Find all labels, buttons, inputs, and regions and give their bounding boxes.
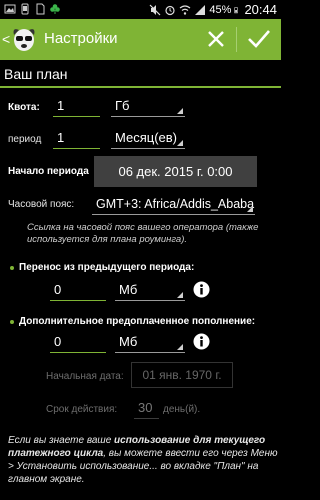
status-right: 45% 20:44 bbox=[149, 2, 277, 17]
timezone-hint: Ссылка на часовой пояс вашего оператора … bbox=[27, 222, 259, 245]
prepaid-unit: Мб bbox=[119, 334, 138, 349]
action-separator bbox=[236, 27, 237, 52]
sd-card-icon bbox=[36, 3, 45, 15]
prepaid-start-button[interactable]: 01 янв. 1970 г. bbox=[131, 362, 233, 388]
prepaid-input[interactable]: 0 bbox=[50, 333, 106, 353]
close-icon[interactable] bbox=[205, 28, 227, 50]
notification-icons bbox=[4, 3, 61, 15]
quota-unit: Гб bbox=[115, 98, 130, 113]
period-unit-select[interactable]: Месяц(ев) bbox=[111, 129, 185, 149]
clock: 20:44 bbox=[244, 2, 277, 17]
back-icon[interactable]: < bbox=[2, 31, 10, 47]
carryover-label: Перенос из предыдущего периода: bbox=[19, 262, 195, 273]
period-start-button[interactable]: 06 дек. 2015 г. 0:00 bbox=[94, 156, 257, 187]
prepaid-label: Дополнительное предоплаченное пополнение… bbox=[19, 316, 256, 327]
check-icon[interactable] bbox=[246, 26, 272, 52]
image-notification-icon bbox=[4, 4, 16, 14]
battery-icon bbox=[234, 6, 239, 13]
prepaid-duration-input[interactable]: 30 bbox=[134, 399, 159, 419]
signal-icon bbox=[195, 4, 206, 15]
quota-value: 1 bbox=[57, 98, 65, 113]
clover-icon bbox=[50, 4, 60, 14]
carryover-input[interactable]: 0 bbox=[50, 281, 106, 301]
period-start-label: Начало периода bbox=[8, 166, 89, 177]
carryover-bullet bbox=[10, 266, 14, 270]
action-bar: < Настройки bbox=[0, 19, 281, 60]
status-bar: 45% 20:44 bbox=[0, 0, 281, 19]
carryover-value: 0 bbox=[54, 282, 62, 297]
phone-notification-icon bbox=[21, 3, 29, 15]
period-label: период bbox=[8, 134, 42, 145]
footer-hint: Если вы знаете ваше использование для те… bbox=[8, 434, 280, 486]
period-value: 1 bbox=[57, 130, 65, 145]
section-title: Ваш план bbox=[4, 66, 68, 82]
prepaid-start-label: Начальная дата: bbox=[46, 371, 124, 382]
prepaid-info-icon[interactable] bbox=[193, 333, 210, 350]
page-title: Настройки bbox=[44, 30, 118, 47]
carryover-unit-select[interactable]: Мб bbox=[115, 281, 185, 301]
mute-icon bbox=[149, 4, 161, 15]
carryover-info-icon[interactable] bbox=[193, 281, 210, 298]
prepaid-duration-unit: день(й). bbox=[163, 404, 201, 415]
timezone-value: GMT+3: Africa/Addis_Ababa bbox=[96, 197, 255, 211]
carryover-unit: Мб bbox=[119, 282, 138, 297]
period-unit: Месяц(ев) bbox=[115, 130, 177, 145]
quota-label: Квота: bbox=[8, 102, 40, 113]
section-divider bbox=[0, 86, 281, 88]
quota-input[interactable]: 1 bbox=[53, 97, 100, 117]
prepaid-duration-value: 30 bbox=[138, 400, 153, 415]
alarm-icon bbox=[165, 5, 176, 15]
period-input[interactable]: 1 bbox=[53, 129, 100, 149]
quota-unit-select[interactable]: Гб bbox=[111, 97, 185, 117]
prepaid-unit-select[interactable]: Мб bbox=[115, 333, 185, 353]
timezone-select[interactable]: GMT+3: Africa/Addis_Ababa bbox=[92, 195, 255, 215]
timezone-label: Часовой пояс: bbox=[8, 199, 75, 210]
prepaid-duration-label: Срок действия: bbox=[46, 404, 118, 415]
wifi-icon bbox=[180, 4, 191, 15]
prepaid-value: 0 bbox=[54, 334, 62, 349]
battery-percent: 45% bbox=[209, 3, 232, 16]
app-logo-icon[interactable] bbox=[10, 25, 38, 53]
footer-text-1: Если вы знаете ваше bbox=[8, 435, 115, 446]
prepaid-bullet bbox=[10, 320, 14, 324]
